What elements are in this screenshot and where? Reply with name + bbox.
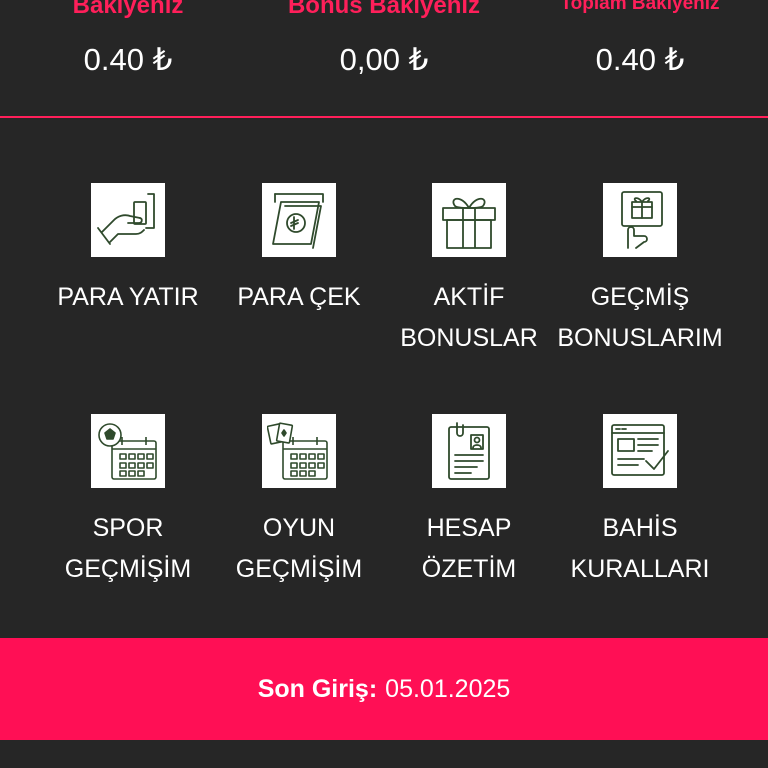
menu-item-label: GEÇMİŞ BONUSLARIM <box>557 283 723 352</box>
menu-item-betting-rules[interactable]: BAHİS KURALLARI <box>555 414 725 590</box>
bottom-bar <box>0 740 768 768</box>
menu-item-label: BAHİS KURALLARI <box>570 514 710 583</box>
bonus-balance-value: 0,00 ₺ <box>339 42 429 77</box>
menu-grid: PARA YATIR PARA ÇEK AKTİF BONUSLAR GEÇMİ… <box>0 118 768 638</box>
menu-item-label: HESAP ÖZETİM <box>421 514 517 583</box>
balance-label: Bakiyeniz <box>72 0 184 19</box>
menu-item-sport-history[interactable]: SPOR GEÇMİŞİM <box>43 414 213 590</box>
account-summary-icon <box>432 414 506 488</box>
balance-header: Bakiyeniz 0.40 ₺ Bonus Bakiyeniz 0,00 ₺ … <box>0 0 768 118</box>
menu-item-deposit[interactable]: PARA YATIR <box>43 183 213 318</box>
last-login-bar: Son Giriş: 05.01.2025 <box>0 638 768 740</box>
menu-item-game-history[interactable]: OYUN GEÇMİŞİM <box>214 414 384 590</box>
menu-item-label: AKTİF BONUSLAR <box>400 283 538 352</box>
total-balance-label: Toplam Bakiyeniz <box>560 0 720 14</box>
betting-rules-icon <box>603 414 677 488</box>
deposit-hand-card-icon <box>91 183 165 257</box>
menu-item-label: PARA YATIR <box>57 283 199 311</box>
menu-item-withdraw[interactable]: PARA ÇEK <box>214 183 384 318</box>
menu-item-active-bonuses[interactable]: AKTİF BONUSLAR <box>384 183 554 359</box>
balance-value: 0.40 ₺ <box>83 42 173 77</box>
menu-item-label: SPOR GEÇMİŞİM <box>64 514 192 583</box>
sport-calendar-icon <box>91 414 165 488</box>
casino-calendar-icon <box>262 414 336 488</box>
gift-box-icon <box>432 183 506 257</box>
menu-item-label: PARA ÇEK <box>237 283 361 311</box>
withdraw-cash-icon <box>262 183 336 257</box>
menu-item-account-summary[interactable]: HESAP ÖZETİM <box>384 414 554 590</box>
last-login-label: Son Giriş: <box>257 674 378 703</box>
last-login-value: 05.01.2025 <box>385 674 511 703</box>
menu-item-past-bonuses[interactable]: GEÇMİŞ BONUSLARIM <box>555 183 725 359</box>
gift-hand-icon <box>603 183 677 257</box>
total-balance-value: 0.40 ₺ <box>595 42 685 77</box>
bonus-balance-label: Bonus Bakiyeniz <box>287 0 481 19</box>
menu-item-label: OYUN GEÇMİŞİM <box>235 514 363 583</box>
